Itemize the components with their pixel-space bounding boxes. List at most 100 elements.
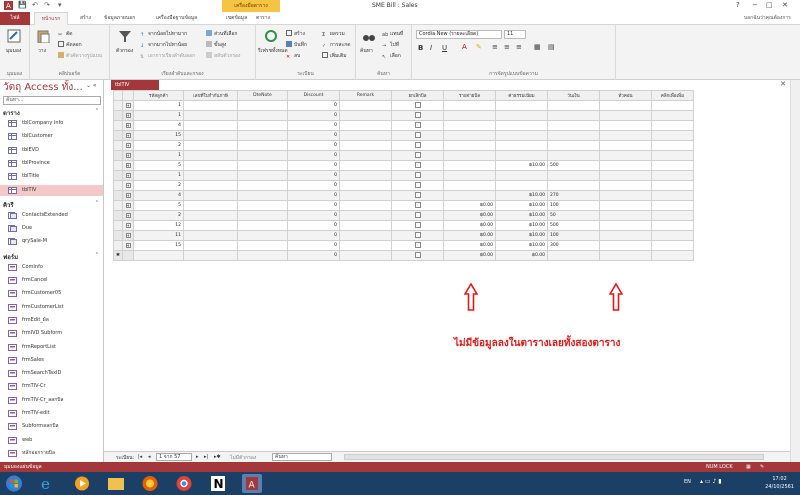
- vertical-scrollbar[interactable]: [790, 80, 800, 462]
- table-row[interactable]: +2 0 ฿0.00 ฿10.00 50: [113, 210, 694, 221]
- row-selector[interactable]: [113, 170, 123, 181]
- cell-dtenote[interactable]: [237, 150, 288, 161]
- column-header[interactable]: ยกเลิกบิล: [391, 90, 444, 101]
- cancel-checkbox[interactable]: [414, 181, 421, 188]
- minimize-button[interactable]: −: [752, 1, 758, 9]
- cell-customer-id[interactable]: 12: [133, 220, 184, 231]
- cell-dtenote[interactable]: [237, 190, 288, 201]
- cell-discount[interactable]: 0: [287, 250, 340, 261]
- cell-cancel-bill[interactable]: [391, 100, 444, 111]
- expand-icon[interactable]: +: [125, 222, 131, 228]
- cell-amount[interactable]: 270: [547, 190, 600, 201]
- cell-discount-col[interactable]: [599, 160, 652, 171]
- cell-amount[interactable]: [547, 130, 600, 141]
- cell-discount-col[interactable]: [599, 210, 652, 221]
- cell-dtenote[interactable]: [237, 220, 288, 231]
- expand-icon[interactable]: +: [125, 182, 131, 188]
- cell-customer-id[interactable]: 15: [133, 240, 184, 251]
- italic-button[interactable]: I: [430, 44, 432, 52]
- cell-discount[interactable]: 0: [287, 130, 340, 141]
- cell-fee[interactable]: ฿10.00: [495, 240, 548, 251]
- cell-dtenote[interactable]: [237, 130, 288, 141]
- nav-item-form[interactable]: frmEdit_ผ้ล: [0, 315, 103, 326]
- media-player-icon[interactable]: [72, 474, 92, 493]
- cell-customer-id[interactable]: 4: [133, 190, 184, 201]
- cell-customer-id[interactable]: 2: [133, 140, 184, 151]
- cell-dtenote[interactable]: [237, 180, 288, 191]
- last-record-icon[interactable]: ▸|: [204, 454, 208, 460]
- cell-discount[interactable]: 0: [287, 240, 340, 251]
- nav-item-form[interactable]: frmSales: [0, 355, 103, 366]
- cell-cancel-bill[interactable]: [391, 110, 444, 121]
- cell-amount[interactable]: [547, 100, 600, 111]
- table-row[interactable]: +5 0 ฿10.00 500: [113, 160, 694, 171]
- cell-payment[interactable]: [443, 180, 496, 191]
- cell-customer-id[interactable]: 1: [133, 170, 184, 181]
- nav-item-form[interactable]: frmTIV-Cr_ลลกบิล: [0, 395, 103, 406]
- cell-add-field[interactable]: [651, 150, 694, 161]
- expand-icon[interactable]: +: [125, 122, 131, 128]
- nav-item-form[interactable]: frmCancel: [0, 275, 103, 286]
- cell-remark[interactable]: [339, 240, 392, 251]
- new-record-row[interactable]: ✱ 0 ฿0.00 ฿0.00: [113, 250, 694, 261]
- nav-section-queries[interactable]: คิวรี ⌃: [0, 200, 103, 209]
- cell-add-field[interactable]: [651, 190, 694, 201]
- firefox-icon[interactable]: [140, 474, 160, 493]
- language-indicator[interactable]: EN: [684, 479, 691, 485]
- cancel-checkbox[interactable]: [414, 211, 421, 218]
- cell-payment[interactable]: [443, 140, 496, 151]
- design-view-icon[interactable]: ✎: [760, 462, 764, 472]
- binoculars-icon[interactable]: [362, 29, 376, 43]
- chrome-icon[interactable]: [174, 474, 194, 493]
- cell-customer-id[interactable]: 2: [133, 180, 184, 191]
- gridlines-icon[interactable]: ▦: [534, 43, 541, 51]
- row-selector[interactable]: [113, 100, 123, 111]
- cell-remark[interactable]: [339, 120, 392, 131]
- nav-item-form[interactable]: ComInfo: [0, 262, 103, 273]
- cell-add-field[interactable]: [651, 110, 694, 121]
- cell-cancel-bill[interactable]: [391, 210, 444, 221]
- nav-item-table[interactable]: tblProvince: [0, 158, 103, 169]
- cell-amount[interactable]: 100: [547, 230, 600, 241]
- expand-cell[interactable]: +: [122, 240, 134, 251]
- cell-invoice-no[interactable]: [183, 190, 238, 201]
- cell-dtenote[interactable]: [237, 110, 288, 121]
- expand-icon[interactable]: +: [125, 132, 131, 138]
- nav-item-form[interactable]: web: [0, 435, 103, 446]
- nav-section-forms[interactable]: ฟอร์ม ⌃: [0, 252, 103, 261]
- cell-invoice-no[interactable]: [183, 220, 238, 231]
- nav-item-table[interactable]: tblCompany Info: [0, 118, 103, 129]
- cell-fee[interactable]: ฿10.00: [495, 200, 548, 211]
- column-header[interactable]: ค่าธรรมเนียม: [495, 90, 548, 101]
- table-row[interactable]: +4 0: [113, 120, 694, 131]
- cell-fee[interactable]: [495, 150, 548, 161]
- view-button[interactable]: มุมมอง: [6, 47, 21, 55]
- column-header[interactable]: DteNote: [237, 90, 288, 101]
- tab-database-tools[interactable]: เครื่องมือฐานข้อมูล: [156, 14, 197, 22]
- row-selector[interactable]: ✱: [113, 250, 123, 261]
- expand-icon[interactable]: +: [125, 172, 131, 178]
- column-header[interactable]: วันเงิน: [547, 90, 600, 101]
- cell-discount[interactable]: 0: [287, 210, 340, 221]
- nav-search-input[interactable]: ค้นหา...: [3, 96, 101, 105]
- tab-fields[interactable]: เขตข้อมูล: [226, 14, 247, 22]
- new-record-button[interactable]: สร้าง: [286, 30, 305, 38]
- cell-customer-id[interactable]: 2: [133, 210, 184, 221]
- cell-add-field[interactable]: [651, 170, 694, 181]
- expand-cell[interactable]: +: [122, 170, 134, 181]
- cancel-checkbox[interactable]: [414, 191, 421, 198]
- cell-add-field[interactable]: [651, 240, 694, 251]
- save-record-button[interactable]: บันทึก: [286, 41, 307, 49]
- nav-item-form[interactable]: frmTIV-edit: [0, 408, 103, 419]
- cell-dtenote[interactable]: [237, 250, 288, 261]
- row-selector[interactable]: [113, 210, 123, 221]
- refresh-icon[interactable]: [264, 29, 278, 43]
- cell-fee[interactable]: [495, 110, 548, 121]
- next-record-icon[interactable]: ▸: [196, 454, 199, 460]
- cell-cancel-bill[interactable]: [391, 120, 444, 131]
- start-button-icon[interactable]: [4, 474, 24, 493]
- cell-discount-col[interactable]: [599, 120, 652, 131]
- datasheet-view-icon[interactable]: ▦: [746, 462, 751, 472]
- record-search-input[interactable]: ค้นหา: [272, 453, 332, 461]
- cell-discount[interactable]: 0: [287, 220, 340, 231]
